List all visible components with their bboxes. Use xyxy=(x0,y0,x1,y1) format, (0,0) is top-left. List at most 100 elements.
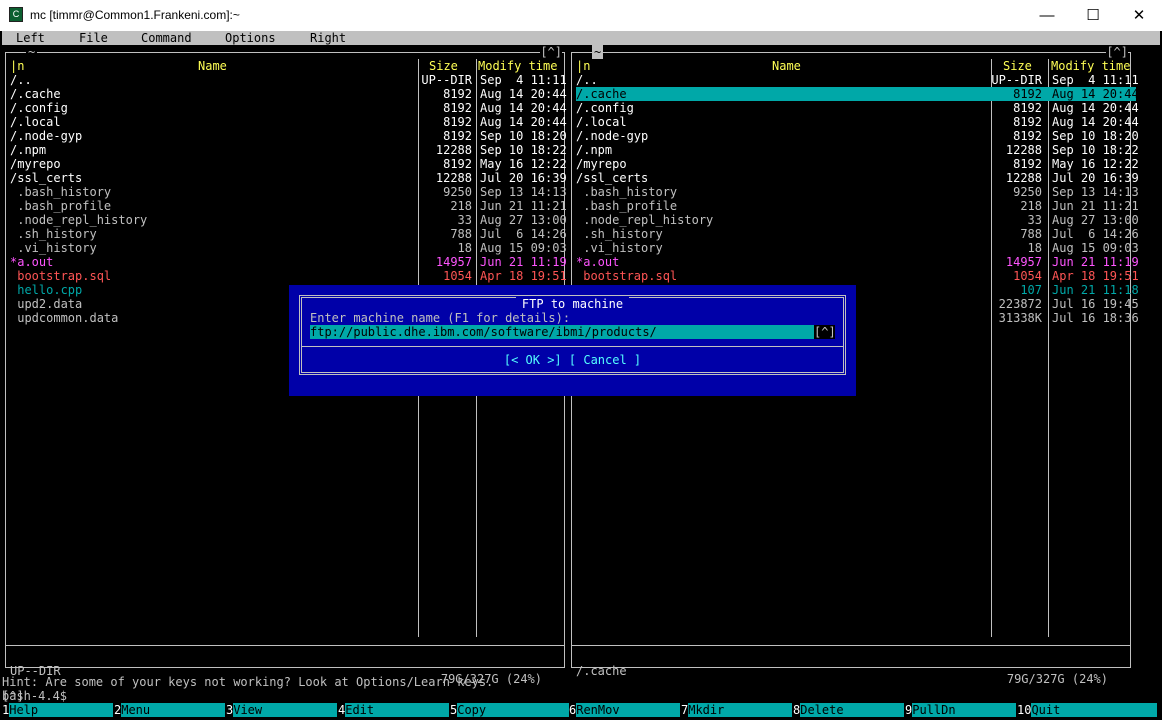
cancel-button[interactable]: [ Cancel ] xyxy=(569,353,641,367)
file-row[interactable]: /myrepo 8192 May 16 12:22 xyxy=(10,157,567,171)
size-column-header[interactable]: Size xyxy=(429,59,458,73)
fkey-view[interactable]: 3View xyxy=(226,703,338,717)
file-mtime: Sep 10 18:20 xyxy=(1052,129,1139,143)
file-name: /.. xyxy=(576,73,598,87)
fkey-quit[interactable]: 10Quit xyxy=(1017,703,1158,717)
fkey-menu[interactable]: 2Menu xyxy=(114,703,226,717)
machine-name-input[interactable] xyxy=(310,325,814,339)
file-name: hello.cpp xyxy=(10,283,83,297)
close-button[interactable]: ✕ xyxy=(1116,0,1162,31)
right-panel-history-button[interactable]: [^] xyxy=(1106,45,1128,59)
dialog-buttons: [< OK >] [ Cancel ] xyxy=(289,353,856,367)
dialog-separator xyxy=(301,346,844,347)
file-row[interactable]: .bash_profile 218 Jun 21 11:21 xyxy=(576,199,1139,213)
file-row[interactable]: .sh_history 788 Jul 6 14:26 xyxy=(10,227,566,241)
file-mtime: Aug 14 20:44 xyxy=(1052,115,1139,129)
file-name: /.npm xyxy=(576,143,613,157)
file-size: 12288 xyxy=(1005,143,1042,157)
file-mtime: Jul 20 16:39 xyxy=(1052,171,1139,185)
file-mtime: Sep 4 11:11 xyxy=(480,73,567,87)
left-panel-path[interactable]: ~ xyxy=(26,45,38,59)
file-name: .sh_history xyxy=(10,227,97,241)
sort-indicator[interactable]: |n xyxy=(576,59,590,73)
file-mtime: Jul 16 18:36 xyxy=(1052,311,1139,325)
file-size: 12288 xyxy=(435,171,472,185)
file-size: UP--DIR xyxy=(421,73,472,87)
terminal[interactable]: Left File Command Options Right ~ [^] |n… xyxy=(2,31,1160,720)
mtime-column-header[interactable]: Modify time xyxy=(478,59,557,73)
file-row[interactable]: /.npm 12288 Sep 10 18:22 xyxy=(10,143,567,157)
menu-left[interactable]: Left xyxy=(16,31,45,45)
file-mtime: Sep 4 11:11 xyxy=(1052,73,1139,87)
fkey-edit[interactable]: 4Edit xyxy=(338,703,450,717)
file-size: 18 xyxy=(1027,241,1042,255)
menu-right[interactable]: Right xyxy=(310,31,346,45)
maximize-button[interactable]: ☐ xyxy=(1070,0,1116,31)
file-mtime: Jul 16 19:45 xyxy=(1052,297,1139,311)
file-name: upd2.data xyxy=(10,297,83,311)
file-row[interactable]: /.config 8192 Aug 14 20:44 xyxy=(576,101,1139,115)
file-row[interactable]: /ssl_certs 12288 Jul 20 16:39 xyxy=(10,171,567,185)
menu-options[interactable]: Options xyxy=(225,31,276,45)
fkey-help[interactable]: 1Help xyxy=(2,703,114,717)
file-row[interactable]: .node_repl_history 33 Aug 27 13:00 xyxy=(576,213,1139,227)
file-row[interactable]: /.config 8192 Aug 14 20:44 xyxy=(10,101,567,115)
dialog-title: FTP to machine xyxy=(515,297,630,311)
fkey-delete[interactable]: 8Delete xyxy=(793,703,905,717)
file-mtime: Jul 6 14:26 xyxy=(1052,227,1139,241)
input-history-button[interactable]: [^] xyxy=(814,325,836,339)
file-row[interactable]: .bash_profile 218 Jun 21 11:21 xyxy=(10,199,567,213)
file-row[interactable]: .vi_history 18 Aug 15 09:03 xyxy=(576,241,1138,255)
file-mtime: Aug 27 13:00 xyxy=(1052,213,1139,227)
file-size: 14957 xyxy=(1005,255,1042,269)
file-row[interactable]: bootstrap.sql 1054 Apr 18 19:51 xyxy=(10,269,567,283)
fkey-copy[interactable]: 5Copy xyxy=(450,703,570,717)
file-row[interactable]: /.node-gyp 8192 Sep 10 18:20 xyxy=(576,129,1139,143)
name-column-header[interactable]: Name xyxy=(772,59,801,73)
file-mtime: Jun 21 11:21 xyxy=(1052,199,1139,213)
file-name: /.config xyxy=(10,101,68,115)
file-row[interactable]: /.npm 12288 Sep 10 18:22 xyxy=(576,143,1139,157)
file-row[interactable]: /myrepo 8192 May 16 12:22 xyxy=(576,157,1139,171)
name-column-header[interactable]: Name xyxy=(198,59,227,73)
file-row[interactable]: *a.out 14957 Jun 21 11:19 xyxy=(576,255,1139,269)
file-row[interactable]: .vi_history 18 Aug 15 09:03 xyxy=(10,241,566,255)
minimize-button[interactable]: — xyxy=(1024,0,1070,31)
command-history-button[interactable]: [^] xyxy=(2,689,1156,703)
file-mtime: Jun 21 11:21 xyxy=(480,199,567,213)
file-row[interactable]: .bash_history 9250 Sep 13 14:13 xyxy=(576,185,1138,199)
file-row[interactable]: /.cache 8192 Aug 14 20:44 xyxy=(576,87,1139,101)
size-column-header[interactable]: Size xyxy=(1003,59,1032,73)
left-panel-history-button[interactable]: [^] xyxy=(540,45,562,59)
file-row[interactable]: /.cache 8192 Aug 14 20:44 xyxy=(10,87,567,101)
file-row[interactable]: *a.out 14957 Jun 21 11:19 xyxy=(10,255,567,269)
fkey-pulldn[interactable]: 9PullDn xyxy=(905,703,1017,717)
file-name: .bash_history xyxy=(576,185,678,199)
mtime-column-header[interactable]: Modify time xyxy=(1051,59,1130,73)
file-row[interactable]: /.local 8192 Aug 14 20:44 xyxy=(10,115,567,129)
file-row[interactable]: /.. UP--DIR Sep 4 11:11 xyxy=(10,73,567,87)
fkey-renmov[interactable]: 6RenMov xyxy=(569,703,681,717)
file-row[interactable]: /.local 8192 Aug 14 20:44 xyxy=(576,115,1139,129)
file-size: 8192 xyxy=(443,115,472,129)
file-mtime: Apr 18 19:51 xyxy=(480,269,567,283)
fkey-mkdir[interactable]: 7Mkdir xyxy=(681,703,793,717)
file-mtime: Jun 21 11:19 xyxy=(1052,255,1139,269)
file-row[interactable]: /.. UP--DIR Sep 4 11:11 xyxy=(576,73,1139,87)
menu-command[interactable]: Command xyxy=(141,31,192,45)
menu-file[interactable]: File xyxy=(79,31,108,45)
file-mtime: Aug 14 20:44 xyxy=(1052,87,1139,101)
file-size: 8192 xyxy=(1013,129,1042,143)
file-name: .bash_history xyxy=(10,185,112,199)
file-row[interactable]: /ssl_certs 12288 Jul 20 16:39 xyxy=(576,171,1139,185)
file-row[interactable]: bootstrap.sql 1054 Apr 18 19:51 xyxy=(576,269,1138,283)
right-panel-path[interactable]: ~ xyxy=(592,45,604,59)
file-row[interactable]: .node_repl_history 33 Aug 27 13:00 xyxy=(10,213,566,227)
ok-button[interactable]: [< OK >] xyxy=(504,353,562,367)
file-name: /myrepo xyxy=(10,157,61,171)
sort-indicator[interactable]: |n xyxy=(10,59,24,73)
file-row[interactable]: /.node-gyp 8192 Sep 10 18:20 xyxy=(10,129,567,143)
file-name: /.. xyxy=(10,73,32,87)
file-row[interactable]: .sh_history 788 Jul 6 14:26 xyxy=(576,227,1139,241)
file-row[interactable]: .bash_history 9250 Sep 13 14:13 xyxy=(10,185,566,199)
